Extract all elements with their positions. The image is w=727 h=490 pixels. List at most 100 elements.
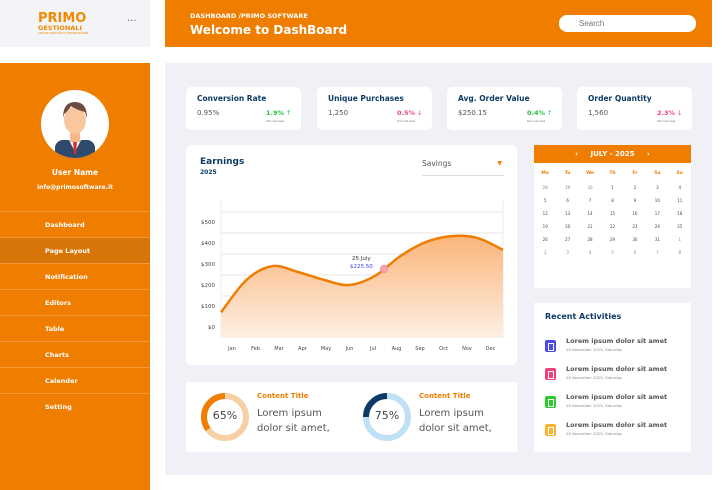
- calendar-day[interactable]: 20: [556, 224, 578, 237]
- calendar-day[interactable]: 30: [624, 237, 646, 250]
- calendar-day[interactable]: 11: [669, 198, 691, 211]
- logo-tagline: carica scarica e personalizza: [38, 31, 89, 35]
- y-tick-label: $500: [201, 220, 215, 226]
- y-tick-label: $400: [201, 241, 215, 247]
- calendar-day[interactable]: 5: [534, 198, 556, 211]
- calendar-day[interactable]: 26: [534, 237, 556, 250]
- sidebar-item-page-layout[interactable]: Page Layout: [0, 237, 150, 263]
- calendar-day[interactable]: 25: [669, 224, 691, 237]
- calendar-day[interactable]: 2: [624, 185, 646, 198]
- calendar-day[interactable]: 7: [579, 198, 601, 211]
- calendar-day[interactable]: 15: [601, 211, 623, 224]
- calendar-day[interactable]: 13: [556, 211, 578, 224]
- x-tick-label: Jul: [369, 346, 376, 352]
- calendar-day[interactable]: 17: [646, 211, 668, 224]
- x-tick-label: May: [321, 346, 331, 352]
- calendar-day[interactable]: 9: [624, 198, 646, 211]
- arrow-up-icon: ↑: [286, 109, 292, 117]
- calendar-day[interactable]: 22: [601, 224, 623, 237]
- calendar-day[interactable]: 16: [624, 211, 646, 224]
- calendar-day[interactable]: 8: [601, 198, 623, 211]
- tooltip-value: $225.50: [350, 264, 373, 270]
- tooltip-date: 25 July: [352, 256, 371, 262]
- kpi-value: 1,250: [328, 109, 349, 117]
- earnings-chart: $500 $400 $300 $200 $100 $0 Jan Feb Mar Apr May Jun…: [201, 200, 504, 352]
- earnings-card: Earnings 2025 Savings ▼ $500 $400 $300 $200…: [186, 145, 517, 365]
- sidebar-item-charts[interactable]: Charts: [0, 341, 150, 367]
- kpi-change: 0.4%: [527, 109, 546, 117]
- calendar-day[interactable]: 1: [669, 237, 691, 250]
- sidebar-item-table[interactable]: Table: [0, 315, 150, 341]
- calendar-day[interactable]: 4: [669, 185, 691, 198]
- x-tick-label: Apr: [298, 346, 308, 352]
- calendar-day[interactable]: 12: [534, 211, 556, 224]
- calendar-day[interactable]: 29: [556, 185, 578, 198]
- highlight-marker: [380, 265, 388, 273]
- calendar-day[interactable]: 1: [601, 185, 623, 198]
- activity-date: 26 November 2025, Saturday: [566, 347, 623, 352]
- kpi-change: 1.9%: [266, 109, 285, 117]
- sidebar-item-editors[interactable]: Editors: [0, 289, 150, 315]
- sidebar-item-notification[interactable]: Notification: [0, 263, 150, 289]
- calendar-day[interactable]: 19: [534, 224, 556, 237]
- x-tick-label: Sep: [415, 346, 424, 352]
- kpi-card: Avg. Order Value $250.15 0.4% ↑ than last we…: [447, 87, 562, 130]
- user-email: info@primosoftware.it: [37, 184, 113, 191]
- calendar-header: ‹ JULY - 2025 ›: [534, 145, 691, 163]
- kpi-sub: than last week: [266, 120, 285, 123]
- calendar-day[interactable]: 6: [556, 198, 578, 211]
- sidebar-item-calender[interactable]: Calender: [0, 367, 150, 393]
- calendar-day[interactable]: 28: [534, 185, 556, 198]
- x-tick-label: Dec: [486, 346, 496, 352]
- activity-date: 26 November 2025, Saturday: [566, 375, 623, 380]
- calendar-title: JULY - 2025: [590, 150, 635, 158]
- prev-month-icon[interactable]: ‹: [575, 150, 578, 158]
- calendar-day[interactable]: 7: [646, 250, 668, 263]
- calendar-day[interactable]: 4: [579, 250, 601, 263]
- calendar-day[interactable]: 3: [646, 185, 668, 198]
- calendar-day[interactable]: 3: [556, 250, 578, 263]
- area-fill: [221, 235, 503, 338]
- sidebar-item-setting[interactable]: Setting: [0, 393, 150, 419]
- next-month-icon[interactable]: ›: [647, 150, 650, 158]
- page-title: Welcome to DashBoard: [190, 23, 348, 37]
- activity-icon: [545, 340, 556, 352]
- sidebar-item-dashboard[interactable]: Dashboard: [0, 211, 150, 237]
- calendar-day[interactable]: 27: [556, 237, 578, 250]
- x-tick-label: Jun: [345, 346, 354, 352]
- activity-text: Lorem ipsum dolor sit amet: [566, 337, 668, 345]
- donut-label: 75%: [374, 409, 400, 422]
- x-tick-label: Mar: [274, 346, 284, 352]
- weekday-label: Su: [676, 171, 683, 176]
- calendar-day[interactable]: 14: [579, 211, 601, 224]
- recent-activities: Recent Activities Lorem ipsum dolor sit …: [534, 303, 691, 452]
- calendar-day[interactable]: 5: [601, 250, 623, 263]
- kpi-title: Unique Purchases: [328, 94, 404, 103]
- weekday-label: Th: [609, 171, 616, 176]
- user-avatar-icon: [55, 102, 95, 158]
- calendar-day[interactable]: 21: [579, 224, 601, 237]
- activity-icon: [545, 424, 556, 436]
- kpi-change: 0.5%: [397, 109, 416, 117]
- header: DASHBOARD /PRIMO SOFTWARE Welcome to Das…: [165, 0, 712, 47]
- weekday-label: Mo: [541, 171, 549, 176]
- more-dots-icon[interactable]: ···: [127, 16, 137, 27]
- calendar-day[interactable]: 31: [646, 237, 668, 250]
- kpi-title: Avg. Order Value: [458, 94, 530, 103]
- calendar-day[interactable]: 18: [669, 211, 691, 224]
- calendar-day[interactable]: 28: [579, 237, 601, 250]
- arrow-up-icon: ↑: [547, 109, 553, 117]
- calendar-day[interactable]: 23: [624, 224, 646, 237]
- calendar-day[interactable]: 8: [669, 250, 691, 263]
- search-input[interactable]: [559, 15, 696, 32]
- y-tick-label: $100: [201, 304, 215, 310]
- activity-text: Lorem ipsum dolor sit amet: [566, 393, 668, 401]
- calendar-day[interactable]: 29: [601, 237, 623, 250]
- calendar-day[interactable]: 24: [646, 224, 668, 237]
- calendar-day[interactable]: 6: [624, 250, 646, 263]
- calendar-day[interactable]: 2: [534, 250, 556, 263]
- calendar-day[interactable]: 30: [579, 185, 601, 198]
- calendar-day[interactable]: 10: [646, 198, 668, 211]
- kpi-card: Order Quantity 1,560 2.3% ↓ than last week: [577, 87, 692, 130]
- kpi-title: Order Quantity: [588, 94, 652, 103]
